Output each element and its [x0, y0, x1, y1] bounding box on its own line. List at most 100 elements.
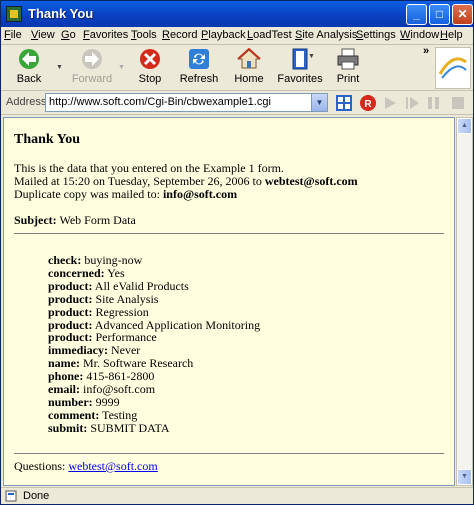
favorites-button[interactable]: Favorites: [275, 48, 325, 88]
field-key: phone:: [48, 369, 84, 384]
questions-email-link[interactable]: webtest@soft.com: [68, 459, 157, 473]
play-icon[interactable]: [381, 94, 399, 112]
menu-settings[interactable]: Settings: [356, 29, 396, 41]
field-value: 415-861-2800: [83, 369, 155, 384]
home-icon: [237, 48, 261, 69]
menu-playback[interactable]: Playback: [201, 29, 246, 41]
stop-playback-icon[interactable]: [449, 94, 467, 112]
field-value: buying-now: [81, 253, 143, 267]
address-url: http://www.soft.com/Cgi-Bin/cbwexample1.…: [49, 96, 271, 108]
field-value: All eValid Products: [92, 278, 189, 293]
field-value: SUBMIT DATA: [87, 420, 170, 435]
brand-logo: [435, 47, 471, 89]
menu-accelerator: F: [83, 29, 90, 41]
forward-dropdown-icon[interactable]: ▼: [118, 64, 125, 71]
duplicate-to: info@soft.com: [162, 187, 238, 201]
pause-icon[interactable]: [425, 94, 443, 112]
field-key: product:: [48, 317, 93, 332]
address-input[interactable]: http://www.soft.com/Cgi-Bin/cbwexample1.…: [45, 93, 328, 112]
questions-line: Questions: webtest@soft.com: [14, 458, 444, 473]
favorites-label: Favorites: [277, 73, 323, 85]
subject-label: Subject:: [14, 213, 57, 227]
window-title: Thank You: [28, 6, 94, 21]
menu-tools[interactable]: Tools: [131, 29, 157, 41]
menu-label-rest: layback: [208, 29, 246, 41]
mailed-to: webtest@soft.com: [264, 174, 358, 188]
refresh-button[interactable]: Refresh: [177, 48, 221, 88]
menu-label-rest: iew: [38, 29, 55, 41]
forward-label: Forward: [71, 73, 113, 85]
stop-button[interactable]: Stop: [133, 48, 167, 88]
field-value: Yes: [104, 265, 125, 280]
minimize-button[interactable]: _: [406, 4, 427, 25]
back-button[interactable]: Back: [7, 48, 51, 88]
menu-bar: File View Go Favorites Tools Record Playback Lo…: [1, 27, 473, 45]
toolbar-more-chevron[interactable]: »: [423, 45, 429, 57]
scroll-up-icon[interactable]: ▲: [457, 118, 472, 134]
address-bar: Address http://www.soft.com/Cgi-Bin/cbwe…: [1, 91, 473, 115]
app-icon: [6, 6, 22, 22]
stop-icon: [140, 49, 160, 69]
field-key: number:: [48, 394, 93, 409]
field-value: Mr. Software Research: [80, 356, 194, 371]
menu-label-rest: ettings: [363, 29, 396, 41]
home-button[interactable]: Home: [231, 48, 267, 88]
menu-label-rest: ile: [10, 29, 22, 41]
field-key: submit:: [48, 420, 88, 435]
menu-help[interactable]: Help: [440, 29, 463, 41]
menu-label-rest: oadTest: [253, 29, 292, 41]
title-bar: Thank You _ □ ✕: [1, 1, 473, 27]
home-label: Home: [234, 73, 264, 85]
refresh-icon: [189, 49, 209, 69]
field-key: name:: [48, 356, 80, 371]
page-heading: Thank You: [14, 132, 81, 147]
print-button[interactable]: Print: [334, 48, 362, 88]
menu-accelerator: F: [4, 29, 11, 41]
toolbar: Back ▼ Forward ▼ Stop Refresh Home Favor…: [1, 45, 473, 91]
close-button[interactable]: ✕: [452, 4, 473, 25]
subject-line: Subject: Web Form Data: [14, 214, 444, 227]
field-key: product:: [48, 278, 93, 293]
menu-label-rest: elp: [447, 29, 463, 41]
field-value: info@soft.com: [80, 382, 156, 397]
menu-file[interactable]: File: [4, 29, 22, 41]
menu-favorites[interactable]: Favorites: [83, 29, 128, 41]
step-play-icon[interactable]: [403, 94, 421, 112]
vertical-scrollbar[interactable]: ▲ ▼: [456, 117, 473, 486]
menu-accelerator: W: [400, 29, 411, 41]
site-map-icon[interactable]: [335, 94, 353, 112]
form-field-row: submit: SUBMIT DATA: [48, 420, 444, 435]
menu-view[interactable]: View: [31, 29, 55, 41]
questions-label: Questions:: [14, 458, 69, 473]
printer-icon: [337, 48, 359, 70]
field-value: Never: [107, 343, 141, 358]
divider-bottom: [14, 452, 444, 454]
field-key: product:: [48, 304, 93, 319]
menu-accelerator: H: [440, 29, 448, 41]
back-dropdown-icon[interactable]: ▼: [56, 64, 63, 71]
maximize-button[interactable]: □: [429, 4, 450, 25]
menu-window[interactable]: Window: [400, 29, 439, 41]
browser-window: Thank You _ □ ✕ File View Go Favorites Tools…: [0, 0, 474, 505]
field-value: 9999: [92, 394, 120, 409]
menu-label-rest: avorites: [89, 29, 129, 41]
menu-record[interactable]: Record: [162, 29, 197, 41]
record-icon[interactable]: R: [359, 94, 377, 112]
field-key: email:: [48, 382, 80, 397]
print-label: Print: [336, 73, 360, 85]
scroll-down-icon[interactable]: ▼: [457, 469, 472, 485]
svg-text:R: R: [364, 99, 372, 110]
duplicate-line: Duplicate copy was mailed to: info@soft.…: [14, 188, 444, 201]
page-content: Thank You This is the data that you ente…: [3, 117, 455, 486]
favorites-dropdown-icon[interactable]: ▼: [308, 53, 315, 60]
forward-arrow-icon: [82, 49, 102, 69]
mailed-prefix: Mailed at 15:20 on Tuesday, September 26…: [14, 174, 265, 188]
menu-go[interactable]: Go: [61, 29, 76, 41]
menu-loadtest[interactable]: LoadTest: [247, 29, 292, 41]
address-dropdown-icon[interactable]: ▼: [311, 94, 327, 111]
duplicate-prefix: Duplicate copy was mailed to:: [14, 187, 163, 201]
menu-site-analysis[interactable]: Site Analysis: [295, 29, 357, 41]
subject-value: Web Form Data: [56, 213, 136, 227]
refresh-label: Refresh: [179, 73, 219, 85]
forward-button[interactable]: Forward: [69, 48, 115, 88]
